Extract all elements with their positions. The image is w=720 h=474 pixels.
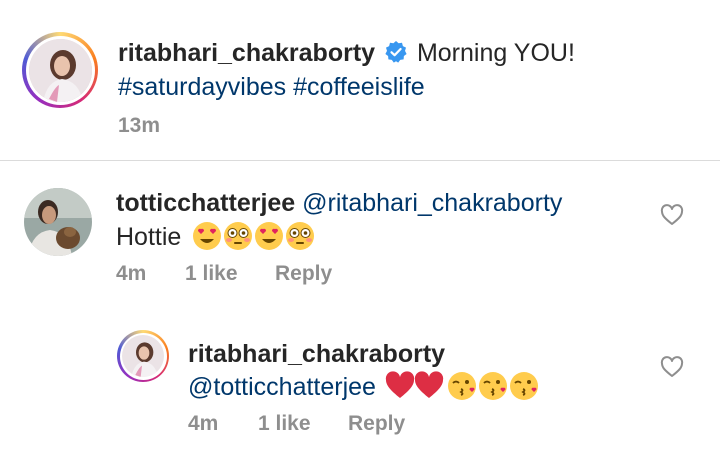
caption-divider	[0, 160, 720, 161]
reply-likes[interactable]: 1 like	[258, 410, 311, 438]
comment-text: Hottie	[116, 223, 182, 251]
kissing-heart-emoji-icon	[447, 372, 476, 400]
heart-eyes-emoji-icon	[255, 222, 284, 250]
flushed-emoji-icon	[286, 222, 315, 250]
kissing-heart-emoji-icon	[509, 372, 538, 400]
profile-photo-icon	[28, 38, 92, 102]
flushed-emoji-icon	[224, 222, 253, 250]
profile-photo-icon	[122, 335, 164, 377]
comment-line-1: totticchatterjee @ritabhari_chakraborty	[116, 185, 562, 221]
profile-photo-icon	[24, 188, 92, 256]
comment-emojis	[192, 221, 316, 261]
reply-mention[interactable]: @totticchatterjee	[188, 373, 376, 401]
reply-time: 4m	[188, 412, 219, 435]
reply-line-2: @totticchatterjee	[188, 369, 541, 411]
comment-line-2: Hottie	[116, 219, 316, 261]
red-heart-emoji-icon	[414, 371, 444, 398]
comment-avatar[interactable]	[24, 188, 92, 256]
kissing-heart-emoji-icon	[478, 372, 507, 400]
comment-username[interactable]: totticchatterjee	[116, 189, 295, 217]
comment-like-heart-icon[interactable]	[660, 204, 684, 226]
reply-item: ritabhari_chakraborty @totticchatterjee	[0, 312, 720, 474]
post-caption: ritabhari_chakraborty Morning YOU! #satu…	[0, 0, 720, 160]
comment-mention[interactable]: @ritabhari_chakraborty	[302, 189, 562, 217]
comment-likes[interactable]: 1 like	[185, 260, 238, 288]
heart-eyes-emoji-icon	[193, 222, 222, 250]
reply-avatar[interactable]	[117, 330, 169, 382]
caption-time: 13m	[118, 114, 161, 137]
comment-item: totticchatterjee @ritabhari_chakraborty …	[0, 162, 720, 312]
reply-reply-button[interactable]: Reply	[348, 410, 405, 438]
caption-avatar[interactable]	[22, 32, 98, 108]
reply-like-heart-icon[interactable]	[660, 356, 684, 378]
caption-username[interactable]: ritabhari_chakraborty	[118, 39, 375, 67]
comment-reply-button[interactable]: Reply	[275, 260, 332, 288]
red-heart-emoji-icon	[385, 371, 415, 398]
caption-line-1: ritabhari_chakraborty Morning YOU!	[118, 35, 575, 71]
reply-username[interactable]: ritabhari_chakraborty	[188, 336, 445, 372]
comment-time: 4m	[116, 262, 147, 285]
caption-text: Morning YOU!	[416, 39, 575, 67]
caption-hashtags[interactable]: #saturdayvibes #coffeeislife	[118, 69, 425, 105]
reply-emojis	[385, 371, 541, 411]
